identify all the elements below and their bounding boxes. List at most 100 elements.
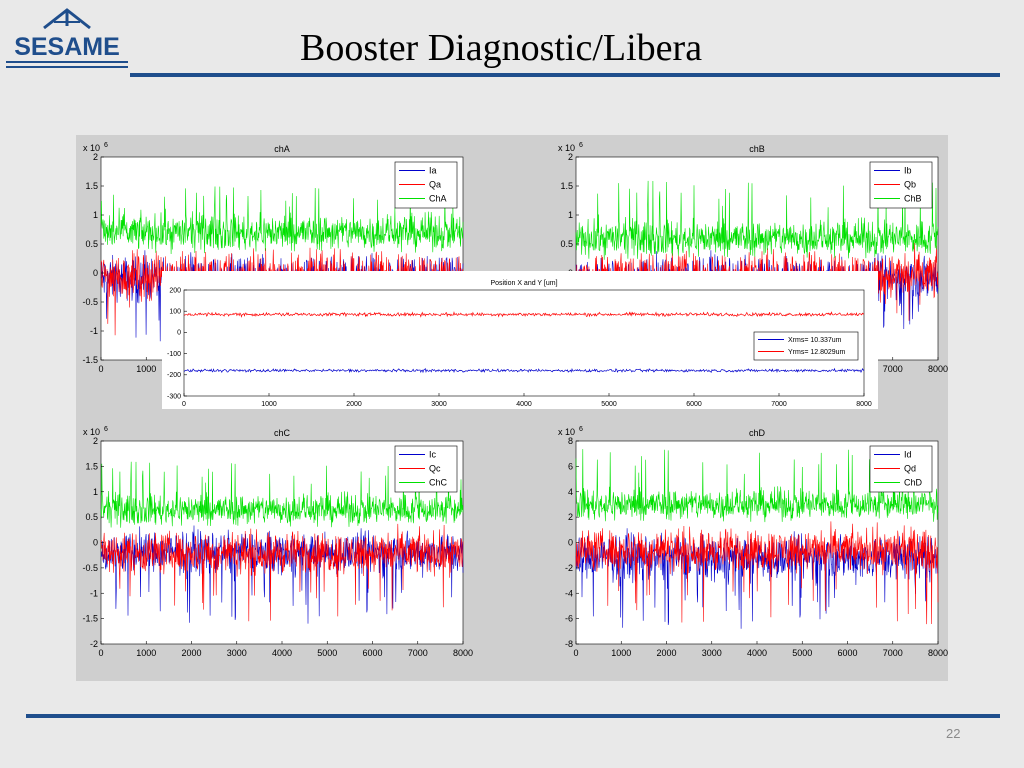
y-tick-label: 0.5 bbox=[85, 239, 98, 249]
chart-title: chD bbox=[749, 428, 766, 438]
legend-label: Ib bbox=[904, 166, 912, 176]
x-tick-label: 6000 bbox=[362, 648, 382, 658]
chart-title: Position X and Y [um] bbox=[490, 280, 557, 287]
exponent-label: x 10 bbox=[83, 143, 100, 153]
chart-position: 0 1000 2000 3000 4000 5000 6000 7000 8000-300-20… bbox=[162, 271, 878, 409]
y-tick-label: 2 bbox=[93, 436, 98, 446]
sesame-logo-graphic: SESAME bbox=[6, 8, 128, 68]
x-tick-label: 7000 bbox=[883, 648, 903, 658]
x-tick-label: 7000 bbox=[883, 364, 903, 374]
legend-label: Xrms= 10.337um bbox=[788, 337, 842, 344]
x-tick-label: 7000 bbox=[408, 648, 428, 658]
x-tick-label: 8000 bbox=[453, 648, 473, 658]
y-tick-label: 0 bbox=[568, 538, 573, 548]
chart-title: chB bbox=[749, 144, 765, 154]
exponent-label: x 10 bbox=[83, 427, 100, 437]
x-tick-label: 3000 bbox=[431, 401, 447, 408]
exponent-label: x 10 bbox=[558, 427, 575, 437]
y-tick-label: 0.5 bbox=[560, 239, 573, 249]
y-tick-label: 0 bbox=[93, 268, 98, 278]
exponent-power: 6 bbox=[579, 426, 583, 433]
legend-label: Ic bbox=[429, 450, 437, 460]
x-tick-label: 4000 bbox=[747, 648, 767, 658]
exponent-power: 6 bbox=[579, 142, 583, 149]
x-tick-label: 8000 bbox=[856, 401, 872, 408]
y-tick-label: -4 bbox=[565, 588, 573, 598]
x-tick-label: 4000 bbox=[516, 401, 532, 408]
x-tick-label: 6000 bbox=[837, 648, 857, 658]
x-tick-label: 2000 bbox=[656, 648, 676, 658]
x-tick-label: 2000 bbox=[181, 648, 201, 658]
x-tick-label: 1000 bbox=[261, 401, 277, 408]
y-tick-label: -2 bbox=[565, 563, 573, 573]
x-tick-label: 1000 bbox=[611, 648, 631, 658]
legend-label: ChA bbox=[429, 194, 447, 204]
x-tick-label: 4000 bbox=[272, 648, 292, 658]
y-tick-label: 1 bbox=[93, 210, 98, 220]
y-tick-label: -1 bbox=[90, 588, 98, 598]
diagnostic-figure: 010002000300040005000600070008000-1.5-1-… bbox=[82, 142, 948, 658]
header-rule bbox=[130, 73, 1000, 77]
y-tick-label: 0 bbox=[93, 538, 98, 548]
slide-title: Booster Diagnostic/Libera bbox=[300, 27, 703, 69]
y-tick-label: -200 bbox=[167, 372, 181, 379]
y-tick-label: -2 bbox=[90, 639, 98, 649]
y-tick-label: 1.5 bbox=[85, 181, 98, 191]
x-tick-label: 1000 bbox=[136, 648, 156, 658]
chart-chC: 0 1000 2000 3000 4000 5000 6000 7000 8000 -2 -1.5 -… bbox=[82, 426, 473, 658]
y-tick-label: -1.5 bbox=[82, 614, 98, 624]
x-tick-label: 0 bbox=[573, 648, 578, 658]
y-tick-label: -1.5 bbox=[82, 355, 98, 365]
sesame-logo: SESAME bbox=[4, 6, 130, 72]
y-tick-label: -0.5 bbox=[82, 297, 98, 307]
x-tick-label: 8000 bbox=[928, 364, 948, 374]
x-tick-label: 0 bbox=[182, 401, 186, 408]
chart-title: chA bbox=[274, 144, 290, 154]
legend-label: ChB bbox=[904, 194, 922, 204]
exponent-label: x 10 bbox=[558, 143, 575, 153]
legend-label: Qd bbox=[904, 464, 916, 474]
y-tick-label: 1 bbox=[93, 487, 98, 497]
y-tick-label: 0 bbox=[177, 330, 181, 337]
y-tick-label: 8 bbox=[568, 436, 573, 446]
y-tick-label: 2 bbox=[568, 512, 573, 522]
y-tick-label: 2 bbox=[568, 152, 573, 162]
x-tick-label: 3000 bbox=[227, 648, 247, 658]
y-tick-label: -8 bbox=[565, 639, 573, 649]
x-tick-label: 2000 bbox=[346, 401, 362, 408]
y-tick-label: 0.5 bbox=[85, 512, 98, 522]
x-tick-label: 8000 bbox=[928, 648, 948, 658]
y-tick-label: 4 bbox=[568, 487, 573, 497]
legend-label: Yrms= 12.8029um bbox=[788, 349, 846, 356]
exponent-power: 6 bbox=[104, 426, 108, 433]
svg-text:SESAME: SESAME bbox=[14, 33, 120, 61]
legend-label: Qa bbox=[429, 180, 441, 190]
legend-label: Qb bbox=[904, 180, 916, 190]
y-tick-label: -300 bbox=[167, 393, 181, 400]
x-tick-label: 5000 bbox=[317, 648, 337, 658]
x-tick-label: 1000 bbox=[136, 364, 156, 374]
chart-title: chC bbox=[274, 428, 291, 438]
x-tick-label: 0 bbox=[98, 648, 103, 658]
y-tick-label: 2 bbox=[93, 152, 98, 162]
y-tick-label: 1.5 bbox=[560, 181, 573, 191]
x-tick-label: 6000 bbox=[686, 401, 702, 408]
page-number: 22 bbox=[946, 726, 961, 741]
x-tick-label: 7000 bbox=[771, 401, 787, 408]
y-tick-label: 1 bbox=[568, 210, 573, 220]
x-tick-label: 5000 bbox=[601, 401, 617, 408]
footer-rule bbox=[26, 714, 1000, 718]
legend-label: Id bbox=[904, 450, 912, 460]
y-tick-label: -100 bbox=[167, 351, 181, 358]
y-tick-label: -1 bbox=[90, 326, 98, 336]
x-tick-label: 0 bbox=[98, 364, 103, 374]
legend-label: ChD bbox=[904, 478, 923, 488]
y-tick-label: 6 bbox=[568, 461, 573, 471]
y-tick-label: -6 bbox=[565, 614, 573, 624]
exponent-power: 6 bbox=[104, 142, 108, 149]
chart-chD: 0 1000 2000 3000 4000 5000 6000 7000 8000 -8 -6 -4 -… bbox=[558, 426, 948, 658]
y-tick-label: -0.5 bbox=[82, 563, 98, 573]
legend-label: ChC bbox=[429, 478, 448, 488]
legend-label: Qc bbox=[429, 464, 441, 474]
y-tick-label: 100 bbox=[169, 309, 181, 316]
